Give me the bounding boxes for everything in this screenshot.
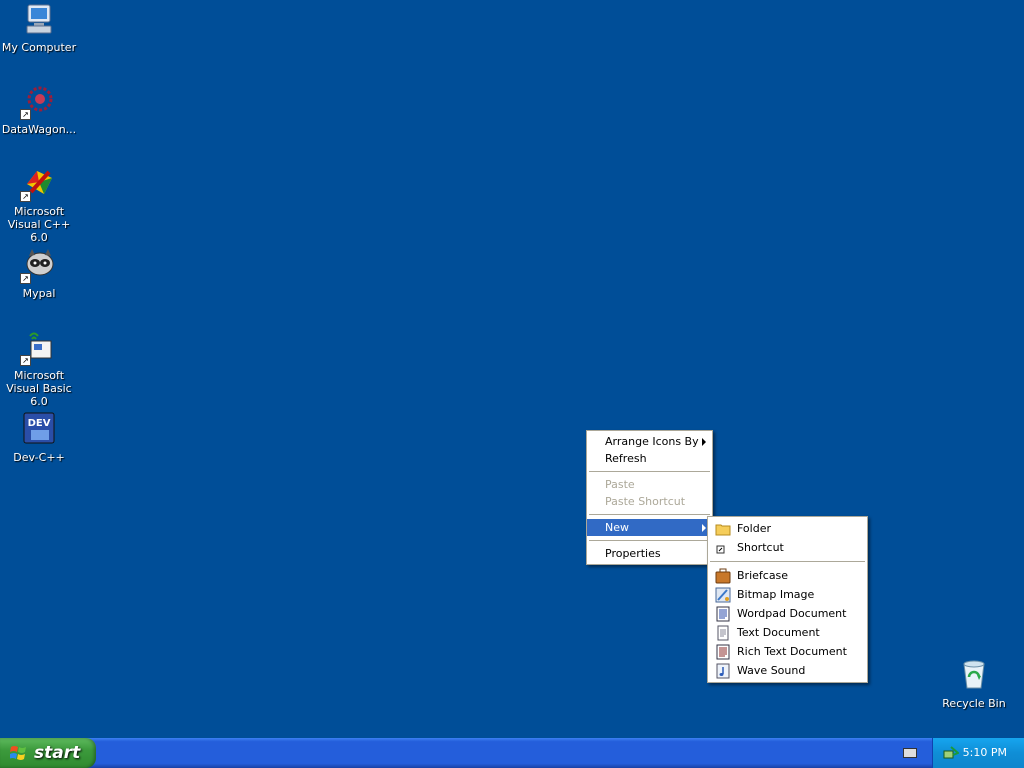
desktop-icon-label: My Computer [1,41,77,54]
menu-item-properties[interactable]: Properties [587,545,712,562]
bitmap-icon [715,587,731,603]
submenu-item-briefcase[interactable]: Briefcase [708,566,867,585]
menu-item-label: Properties [605,547,661,560]
shortcut-arrow-icon: ↗ [20,355,31,366]
submenu-item-label: Rich Text Document [737,645,847,658]
recycle-bin-icon [957,658,991,692]
desktop-icon-datawagon[interactable]: ↗ DataWagon... [0,84,78,136]
submenu-item-bitmap-image[interactable]: Bitmap Image [708,585,867,604]
datawagon-icon: ↗ [20,84,56,120]
desktop-icon-dev-cpp[interactable]: DEV Dev-C++ [0,412,78,464]
wave-sound-icon [715,663,731,679]
menu-item-new[interactable]: New [587,519,712,536]
desktop-icon-label: Microsoft Visual Basic 6.0 [6,369,72,408]
system-tray: 5:10 PM [932,738,1024,768]
desktop-icon-label: Dev-C++ [13,451,65,464]
computer-icon [22,2,56,36]
desktop-icon-visual-basic[interactable]: ↗ Microsoft Visual Basic 6.0 [0,330,78,408]
desktop-icon-label: Recycle Bin [942,697,1006,710]
windows-logo-icon [9,745,27,761]
menu-item-paste-shortcut: Paste Shortcut [587,493,712,510]
new-submenu: Folder Shortcut Briefcase Bitmap Image W… [707,516,868,683]
start-label: start [34,743,81,763]
menu-separator [589,540,710,541]
menu-item-label: New [605,521,629,534]
menu-item-arrange-icons-by[interactable]: Arrange Icons By [587,433,712,450]
desktop-context-menu: Arrange Icons By Refresh Paste Paste Sho… [586,430,713,565]
submenu-item-rich-text-document[interactable]: Rich Text Document [708,642,867,661]
submenu-item-label: Briefcase [737,569,789,582]
menu-item-label: Paste Shortcut [605,495,686,508]
submenu-arrow-icon [702,524,706,532]
mypal-icon: ↗ [20,248,56,284]
submenu-item-wordpad-document[interactable]: Wordpad Document [708,604,867,623]
visual-cpp-icon: ↗ [20,166,56,202]
submenu-item-shortcut[interactable]: Shortcut [708,538,867,557]
menu-item-paste: Paste [587,476,712,493]
desktop-icon-label: DataWagon... [1,123,77,136]
submenu-item-wave-sound[interactable]: Wave Sound [708,661,867,680]
dev-cpp-icon: DEV [22,412,56,446]
shortcut-arrow-icon: ↗ [20,109,31,120]
menu-separator [589,514,710,515]
desktop-icon-recycle-bin[interactable]: Recycle Bin [935,658,1013,710]
text-document-icon [715,625,731,641]
clock[interactable]: 5:10 PM [963,746,1007,759]
folder-icon [715,521,731,537]
desktop-icon-visual-cpp[interactable]: ↗ Microsoft Visual C++ 6.0 [0,166,78,244]
wordpad-icon [715,606,731,622]
shortcut-arrow-icon: ↗ [20,191,31,202]
desktop-icon-my-computer[interactable]: My Computer [0,2,78,54]
start-button[interactable]: start [0,738,96,768]
menu-item-label: Paste [605,478,635,491]
submenu-item-label: Shortcut [737,541,784,554]
keyboard-icon[interactable] [903,748,917,758]
submenu-arrow-icon [702,438,706,446]
shortcut-arrow-icon: ↗ [20,273,31,284]
briefcase-icon [715,568,731,584]
shortcut-icon [715,540,731,556]
desktop[interactable]: My Computer ↗ DataWagon... ↗ Microsoft V… [0,0,1024,738]
taskbar: start 5:10 PM [0,738,1024,768]
submenu-item-text-document[interactable]: Text Document [708,623,867,642]
desktop-icon-label: Microsoft Visual C++ 6.0 [7,205,71,244]
submenu-item-label: Bitmap Image [737,588,815,601]
network-icon[interactable] [943,745,960,761]
menu-separator [710,561,865,562]
visual-basic-icon: ↗ [20,330,56,366]
menu-separator [589,471,710,472]
rich-text-icon [715,644,731,660]
submenu-item-label: Folder [737,522,771,535]
submenu-item-label: Text Document [737,626,820,639]
submenu-item-label: Wordpad Document [737,607,847,620]
desktop-icon-label: Mypal [22,287,56,300]
desktop-icon-mypal[interactable]: ↗ Mypal [0,248,78,300]
submenu-item-label: Wave Sound [737,664,806,677]
submenu-item-folder[interactable]: Folder [708,519,867,538]
svg-text:DEV: DEV [28,418,51,429]
menu-item-label: Refresh [605,452,647,465]
menu-item-refresh[interactable]: Refresh [587,450,712,467]
menu-item-label: Arrange Icons By [605,435,699,448]
